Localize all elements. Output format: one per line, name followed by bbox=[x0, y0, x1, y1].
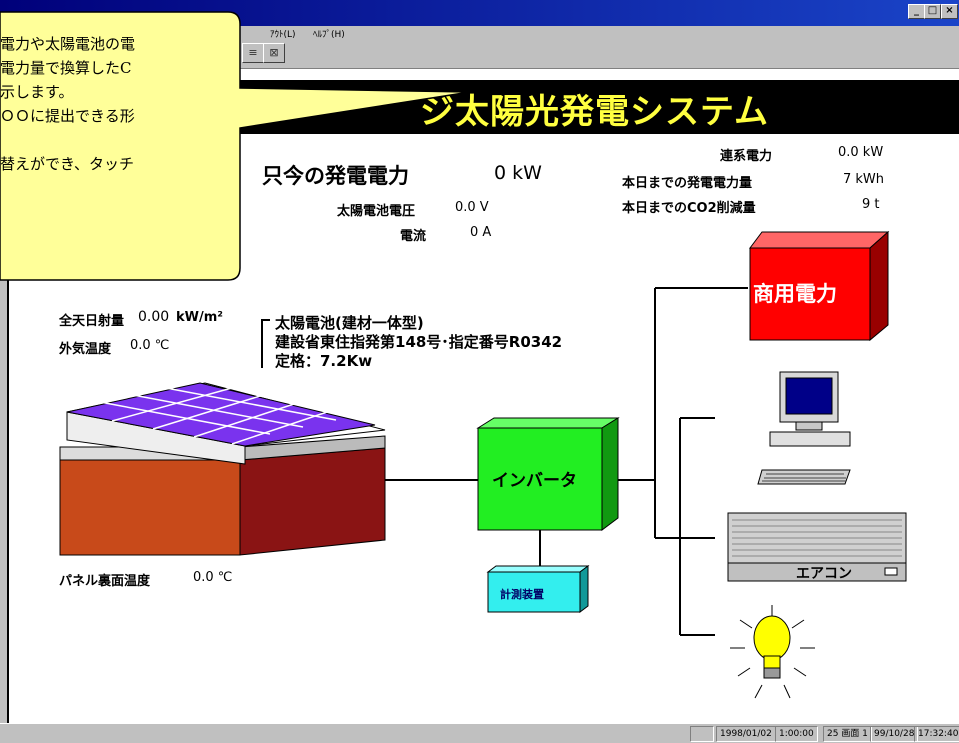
aircon-label: エアコン bbox=[796, 566, 852, 582]
balloon-line: 替えができ、タッチ bbox=[0, 155, 134, 173]
status-time2: 17:32:40 bbox=[914, 726, 959, 742]
status-bar: 1998/01/02 1:00:00 25 画面 1 99/10/28 17:3… bbox=[0, 723, 959, 743]
inverter-label: インバータ bbox=[492, 471, 577, 491]
solar-house bbox=[59, 382, 386, 556]
status-time: 1:00:00 bbox=[775, 726, 818, 742]
status-date: 1998/01/02 bbox=[716, 726, 776, 742]
balloon-text: 電力や太陽電池の電 電力量で換算したC 示します。 ＯＯに提出できる形 替えがで… bbox=[0, 32, 135, 176]
commercial-power-label: 商用電力 bbox=[753, 282, 837, 306]
balloon-line: 示します。 bbox=[0, 83, 74, 101]
balloon-line: 電力や太陽電池の電 bbox=[0, 35, 136, 53]
status-screen: 25 画面 1 bbox=[823, 726, 872, 742]
system-diagram bbox=[0, 11, 907, 699]
light-bulb-icon bbox=[730, 605, 815, 699]
status-date2: 99/10/28 bbox=[870, 726, 919, 742]
computer-icon bbox=[757, 371, 851, 485]
meter-label: 計測装置 bbox=[500, 588, 544, 601]
balloon-line bbox=[0, 128, 135, 152]
balloon-line: ＯＯに提出できる形 bbox=[0, 107, 135, 125]
status-panel bbox=[690, 726, 714, 742]
balloon-line: 電力量で換算したC bbox=[0, 59, 132, 77]
solar-bracket bbox=[261, 319, 270, 368]
